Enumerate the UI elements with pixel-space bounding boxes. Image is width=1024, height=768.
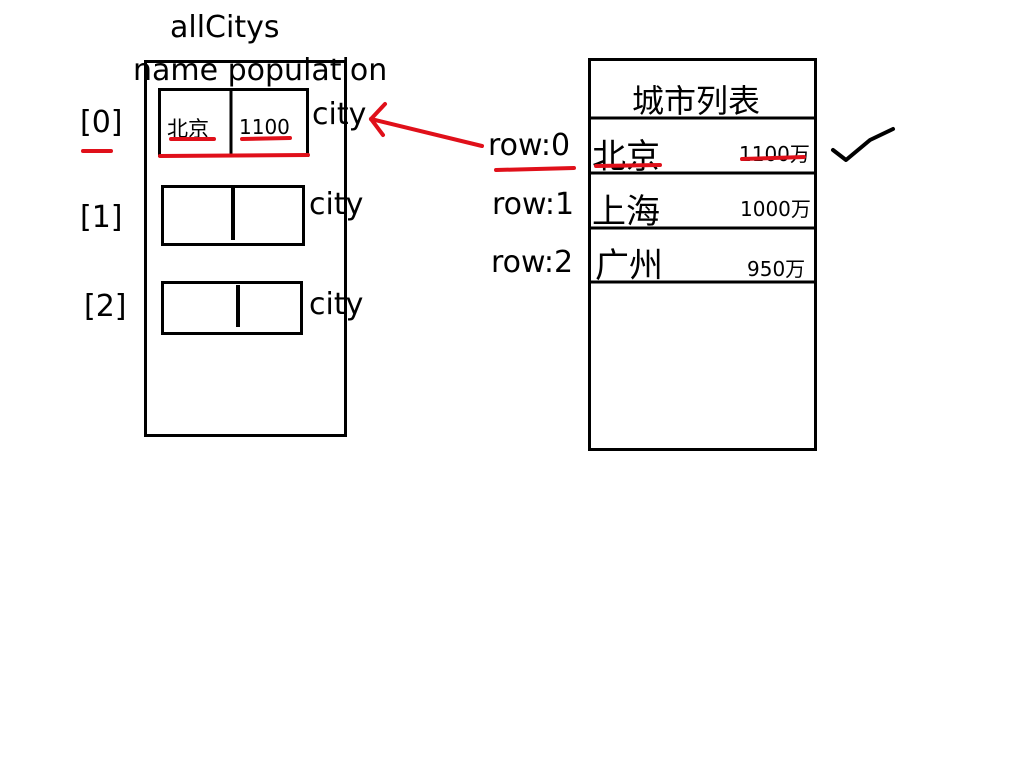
table-row-1-population: 1000万 <box>740 197 811 221</box>
check-mark <box>831 127 895 162</box>
row-label-0: row:0 <box>488 128 571 163</box>
index-label-1: [1] <box>80 200 123 235</box>
city-item-2 <box>161 281 303 335</box>
table-row-0-name: 北京 <box>592 137 660 177</box>
table-row-0-population: 1100万 <box>739 142 810 166</box>
index-label-2: [2] <box>84 289 127 324</box>
underline-row-label-0 <box>494 166 576 172</box>
row-label-2: row:2 <box>491 245 574 280</box>
city-item-1-label: city <box>309 187 364 222</box>
array-title: allCitys <box>170 10 280 45</box>
city-item-1 <box>161 185 305 246</box>
city-item-0-population: 1100 <box>239 115 290 139</box>
row-label-1: row:1 <box>492 187 575 222</box>
city-item-0-label: city <box>312 97 367 132</box>
table-row-2-name: 广州 <box>595 246 663 286</box>
city-item-2-label: city <box>309 287 364 322</box>
mapping-arrow <box>369 102 484 148</box>
index-label-0: [0] <box>80 105 123 140</box>
table-row-2-population: 950万 <box>747 257 806 281</box>
city-item-0-name: 北京 <box>167 117 209 141</box>
table-title: 城市列表 <box>632 82 761 120</box>
table-row-1-name: 上海 <box>592 192 660 232</box>
